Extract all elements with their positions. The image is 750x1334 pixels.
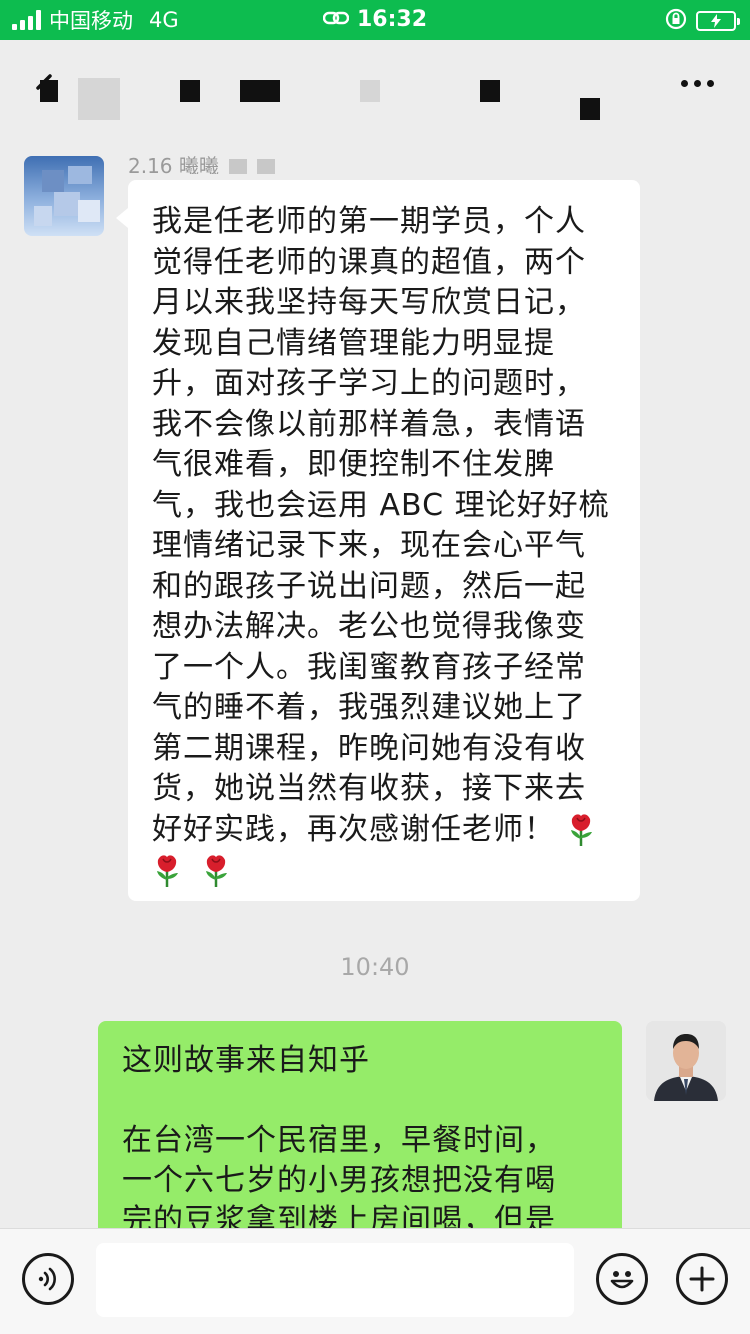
- message-line: 了一个人。我闺蜜教育孩子经常: [152, 649, 586, 685]
- rose-icon: [566, 813, 596, 847]
- message-line: 理情绪记录下来，现在会心平气: [152, 528, 586, 563]
- message-input[interactable]: [96, 1243, 574, 1317]
- timestamp: 10:40: [340, 953, 410, 981]
- message-line: 第二期课程，昨晚问她有没有收: [152, 730, 586, 766]
- message-line: 气很难看，即便控制不住发脾: [152, 447, 555, 482]
- link-icon: [322, 6, 350, 34]
- blurred-title-block: [180, 80, 200, 102]
- blurred-title-block: [480, 80, 500, 102]
- message-line: 气的睡不着，我强烈建议她上了: [152, 690, 586, 725]
- message-line: 和的跟孩子说出问题，然后一起: [152, 568, 586, 604]
- status-bar: 中国移动 4G 16:32: [0, 0, 750, 40]
- message-line: 觉得任老师的课真的超值，两个: [152, 244, 586, 280]
- message-line: 月以来我坚持每天写欣赏日记，: [152, 285, 586, 320]
- blurred-name-block: [228, 158, 247, 174]
- outgoing-line: 这则故事来自知乎: [122, 1043, 370, 1078]
- chat-header: [0, 40, 750, 130]
- outgoing-line: 在台湾一个民宿里，早餐时间，: [122, 1123, 556, 1158]
- emoji-icon[interactable]: [596, 1253, 648, 1305]
- rose-icon: [152, 854, 182, 888]
- incoming-message-bubble[interactable]: 我是任老师的第一期学员，个人 觉得任老师的课真的超值，两个 月以来我坚持每天写欣…: [116, 180, 640, 901]
- rotation-lock-icon: [664, 7, 688, 35]
- voice-icon[interactable]: [22, 1253, 74, 1305]
- message-line: 想办法解决。老公也觉得我像变: [152, 609, 586, 644]
- blurred-title-region: [360, 80, 380, 102]
- clock: 16:32: [356, 7, 428, 32]
- message-line: 气，我也会运用 ABC 理论好好梳: [152, 487, 610, 523]
- message-line: 我不会像以前那样着急，表情语: [152, 406, 586, 442]
- message-line: 我是任老师的第一期学员，个人: [152, 204, 586, 239]
- battery-icon: [696, 11, 740, 31]
- message-line: 发现自己情绪管理能力明显提: [152, 325, 555, 361]
- blurred-title-region: [78, 78, 120, 120]
- plus-icon[interactable]: [676, 1253, 728, 1305]
- message-line: 升，面对孩子学习上的问题时，: [152, 366, 586, 401]
- emoji-line: [152, 850, 616, 891]
- incoming-message-text: 我是任老师的第一期学员，个人 觉得任老师的课真的超值，两个 月以来我坚持每天写欣…: [152, 202, 616, 891]
- sender-name-text: 2.16 曦曦: [128, 154, 219, 174]
- blurred-title-block: [240, 80, 280, 102]
- status-right: [664, 7, 740, 35]
- blurred-name-block: [256, 158, 275, 174]
- avatar[interactable]: [24, 156, 104, 236]
- message-line: 好好实践，再次感谢任老师！: [152, 811, 555, 847]
- message-line-with-emoji: 好好实践，再次感谢任老师！: [152, 810, 616, 851]
- blurred-title-block: [580, 98, 600, 120]
- more-icon[interactable]: [681, 80, 714, 87]
- avatar[interactable]: [646, 1021, 726, 1101]
- blurred-title-block: [40, 80, 58, 102]
- sender-name: 2.16 曦曦: [128, 150, 275, 174]
- rose-icon: [201, 854, 231, 888]
- status-time: 16:32: [0, 6, 750, 34]
- outgoing-line: 一个六七岁的小男孩想把没有喝: [122, 1163, 556, 1198]
- message-line: 货，她说当然有收获，接下来去: [152, 771, 586, 806]
- input-bar: [0, 1228, 750, 1334]
